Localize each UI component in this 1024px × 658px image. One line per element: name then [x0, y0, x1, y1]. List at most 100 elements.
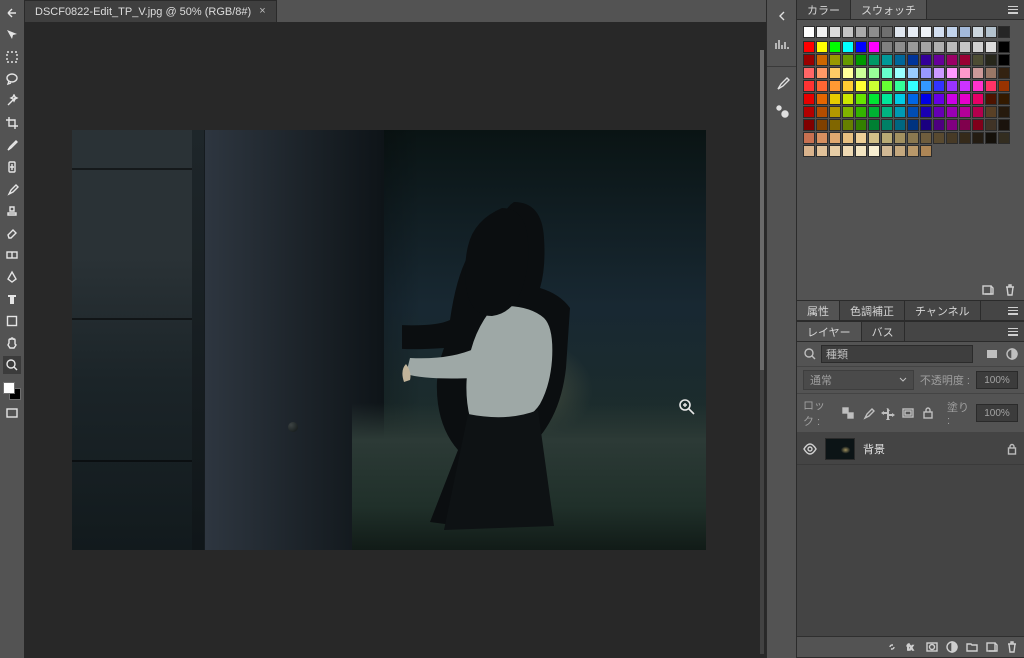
swatch[interactable] — [803, 106, 815, 118]
swatch[interactable] — [946, 67, 958, 79]
swatch[interactable] — [972, 93, 984, 105]
opacity-value[interactable]: 100% — [976, 371, 1018, 389]
swatch[interactable] — [803, 41, 815, 53]
swatch[interactable] — [985, 132, 997, 144]
swatch[interactable] — [920, 67, 932, 79]
group-icon[interactable] — [966, 641, 978, 653]
swatch[interactable] — [907, 26, 919, 38]
brush-tool[interactable] — [3, 180, 21, 198]
swatch[interactable] — [933, 41, 945, 53]
tab-adjustments[interactable]: 色調補正 — [840, 301, 905, 320]
blend-mode-dropdown[interactable]: 通常 — [803, 370, 914, 390]
swatch[interactable] — [998, 119, 1010, 131]
layer-filter-input[interactable] — [821, 345, 973, 363]
pen-tool[interactable] — [3, 268, 21, 286]
swatch[interactable] — [998, 93, 1010, 105]
swatch[interactable] — [829, 93, 841, 105]
lock-paint-icon[interactable] — [861, 406, 875, 420]
layer-mask-icon[interactable] — [926, 641, 938, 653]
tab-properties[interactable]: 属性 — [797, 301, 840, 320]
swatch[interactable] — [894, 54, 906, 66]
swatch[interactable] — [894, 93, 906, 105]
swatch[interactable] — [816, 145, 828, 157]
swatch[interactable] — [894, 41, 906, 53]
swatch[interactable] — [842, 80, 854, 92]
tab-color[interactable]: カラー — [797, 0, 851, 19]
swatch[interactable] — [829, 41, 841, 53]
brush-preset-icon[interactable] — [770, 99, 794, 123]
swatch[interactable] — [894, 67, 906, 79]
swatch[interactable] — [894, 119, 906, 131]
swatch[interactable] — [972, 67, 984, 79]
swatch[interactable] — [894, 145, 906, 157]
swatch[interactable] — [842, 26, 854, 38]
brush-panel-icon[interactable] — [770, 71, 794, 95]
swatch[interactable] — [855, 41, 867, 53]
expand-strip-icon[interactable] — [770, 4, 794, 28]
swatch[interactable] — [920, 145, 932, 157]
swatch[interactable] — [972, 119, 984, 131]
collapse-icon[interactable] — [3, 4, 21, 22]
swatch[interactable] — [920, 41, 932, 53]
swatch[interactable] — [985, 41, 997, 53]
heal-tool[interactable] — [3, 158, 21, 176]
swatch[interactable] — [920, 119, 932, 131]
swatch[interactable] — [907, 106, 919, 118]
lasso-tool[interactable] — [3, 70, 21, 88]
layer-item[interactable]: 背景 — [797, 433, 1024, 465]
swatch[interactable] — [933, 67, 945, 79]
panel-menu-icon[interactable] — [1002, 322, 1024, 341]
swatch[interactable] — [959, 67, 971, 79]
swatch[interactable] — [881, 67, 893, 79]
eraser-tool[interactable] — [3, 224, 21, 242]
tab-paths[interactable]: バス — [862, 322, 905, 341]
stamp-tool[interactable] — [3, 202, 21, 220]
swatch[interactable] — [803, 67, 815, 79]
swatch[interactable] — [816, 54, 828, 66]
swatch[interactable] — [985, 80, 997, 92]
swatch[interactable] — [842, 54, 854, 66]
eyedropper-tool[interactable] — [3, 136, 21, 154]
swatch[interactable] — [972, 26, 984, 38]
zoom-tool[interactable] — [3, 356, 21, 374]
new-swatch-icon[interactable] — [982, 284, 994, 296]
swatch[interactable] — [816, 119, 828, 131]
lock-nest-icon[interactable] — [901, 406, 915, 420]
swatch[interactable] — [907, 93, 919, 105]
histogram-icon[interactable] — [770, 32, 794, 56]
swatch[interactable] — [855, 93, 867, 105]
swatch[interactable] — [842, 145, 854, 157]
swatch[interactable] — [998, 80, 1010, 92]
swatch[interactable] — [959, 26, 971, 38]
swatch[interactable] — [803, 132, 815, 144]
swatch[interactable] — [829, 54, 841, 66]
swatch[interactable] — [881, 106, 893, 118]
swatch[interactable] — [972, 41, 984, 53]
screen-mode-icon[interactable] — [3, 404, 21, 422]
swatch[interactable] — [868, 26, 880, 38]
swatch[interactable] — [985, 67, 997, 79]
swatch[interactable] — [907, 54, 919, 66]
swatch[interactable] — [907, 67, 919, 79]
swatch[interactable] — [868, 106, 880, 118]
swatch[interactable] — [855, 80, 867, 92]
document-tab[interactable]: DSCF0822-Edit_TP_V.jpg @ 50% (RGB/8#) × — [24, 0, 277, 22]
swatch[interactable] — [920, 106, 932, 118]
swatch[interactable] — [933, 93, 945, 105]
swatch[interactable] — [881, 26, 893, 38]
swatch[interactable] — [855, 54, 867, 66]
swatch[interactable] — [985, 106, 997, 118]
document-scrollbar[interactable] — [760, 50, 764, 654]
swatch[interactable] — [920, 26, 932, 38]
layer-fx-icon[interactable]: fx — [906, 641, 918, 653]
swatch[interactable] — [803, 145, 815, 157]
swatch[interactable] — [829, 132, 841, 144]
swatch[interactable] — [985, 119, 997, 131]
swatch[interactable] — [881, 145, 893, 157]
move-tool[interactable] — [3, 26, 21, 44]
swatch[interactable] — [972, 106, 984, 118]
swatch[interactable] — [842, 132, 854, 144]
swatch[interactable] — [959, 132, 971, 144]
swatch[interactable] — [842, 41, 854, 53]
swatch[interactable] — [868, 119, 880, 131]
